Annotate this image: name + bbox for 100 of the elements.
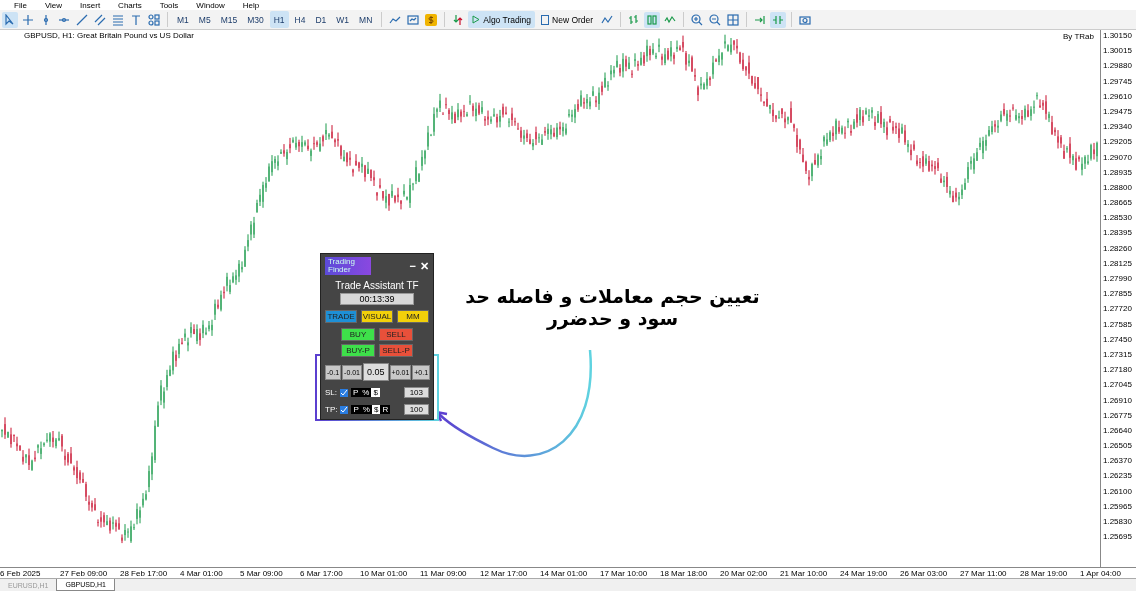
timeframe-button[interactable]: H4 xyxy=(290,11,310,28)
price-label: 1.27045 xyxy=(1102,380,1133,392)
time-label: 12 Mar 17:00 xyxy=(480,569,529,578)
time-label: 24 Mar 19:00 xyxy=(840,569,889,578)
time-label: 1 Apr 04:00 xyxy=(1080,569,1121,578)
time-label: 14 Mar 01:00 xyxy=(540,569,589,578)
mode-button[interactable]: VISUAL xyxy=(361,310,393,323)
value-field[interactable]: 100 xyxy=(403,404,429,415)
mode-button[interactable]: MM xyxy=(397,310,429,323)
price-label: 1.29205 xyxy=(1102,137,1133,149)
order-button[interactable]: SELL xyxy=(379,328,413,341)
price-label: 1.27315 xyxy=(1102,349,1133,361)
close-button[interactable]: ✕ xyxy=(420,259,429,273)
play-icon xyxy=(472,15,481,24)
price-label: 1.26100 xyxy=(1102,486,1133,498)
price-label: 1.27180 xyxy=(1102,365,1133,377)
unit-toggle[interactable]: % xyxy=(360,388,372,397)
timeframe-button[interactable]: M30 xyxy=(243,11,268,28)
menu-item[interactable]: Help xyxy=(242,0,260,10)
cursor-icon[interactable] xyxy=(2,11,18,28)
time-label: 20 Mar 02:00 xyxy=(720,569,769,578)
price-label: 1.28395 xyxy=(1102,228,1133,240)
timeframe-button[interactable]: W1 xyxy=(332,11,354,28)
time-label: 28 Mar 19:00 xyxy=(1020,569,1069,578)
annotation-text: تعیین حجم معاملات و فاصله حد سود و حدضرر xyxy=(464,285,761,329)
time-label: 26 Mar 03:00 xyxy=(900,569,949,578)
timeframe-button[interactable]: M5 xyxy=(194,11,215,28)
price-label: 1.26505 xyxy=(1102,441,1133,453)
price-label: 1.25695 xyxy=(1102,532,1133,544)
price-label: 1.29745 xyxy=(1102,76,1133,88)
time-label: 28 Feb 17:00 xyxy=(120,569,169,578)
shapes-icon[interactable] xyxy=(146,11,162,28)
mode-button[interactable]: TRADE xyxy=(325,310,357,323)
dollar-icon[interactable] xyxy=(423,11,440,28)
timeframe-button[interactable]: MN xyxy=(355,11,377,28)
menu-item[interactable]: Charts xyxy=(118,0,142,10)
row-label: TP: xyxy=(325,405,338,414)
row-label: SL: xyxy=(325,388,337,397)
price-label: 1.28530 xyxy=(1102,213,1133,225)
unit-toggle[interactable]: $ xyxy=(371,388,380,397)
timer-display: 00:13:39 xyxy=(340,293,414,305)
lot-field[interactable]: 0.05 xyxy=(363,363,389,381)
time-label: 17 Mar 10:00 xyxy=(600,569,649,578)
algo-trading-button[interactable]: Algo Trading xyxy=(468,11,536,28)
price-label: 1.26910 xyxy=(1102,395,1133,407)
price-label: 1.28800 xyxy=(1102,182,1133,194)
timeframe-button[interactable]: H1 xyxy=(269,11,289,28)
price-label: 1.30150 xyxy=(1102,31,1133,42)
order-button[interactable]: SELL-P xyxy=(379,344,413,357)
time-label: 27 Mar 11:00 xyxy=(960,569,1008,578)
time-label: 6 Mar 17:00 xyxy=(300,569,344,578)
timeframe-button[interactable]: M15 xyxy=(216,11,242,28)
document-icon xyxy=(541,14,550,25)
price-label: 1.25965 xyxy=(1102,501,1133,513)
menu-item[interactable]: File xyxy=(14,0,27,10)
time-label: 11 Mar 09:00 xyxy=(420,569,468,578)
unit-toggle[interactable]: $ xyxy=(371,405,381,414)
menu-item[interactable]: Window xyxy=(196,0,225,10)
unit-toggle[interactable]: P xyxy=(351,388,361,397)
price-label: 1.29880 xyxy=(1102,61,1133,73)
price-label: 1.28260 xyxy=(1102,243,1133,255)
logo: Trading Finder xyxy=(325,257,371,275)
price-label: 1.25830 xyxy=(1102,517,1133,528)
price-label: 1.29475 xyxy=(1102,106,1133,118)
candles-icon[interactable] xyxy=(644,11,661,28)
menu-item[interactable]: Tools xyxy=(159,0,179,10)
price-label: 1.30015 xyxy=(1102,46,1133,58)
time-label: 6 Feb 2025 xyxy=(0,569,42,578)
unit-toggle[interactable]: R xyxy=(380,405,391,414)
timeframe-button[interactable]: D1 xyxy=(311,11,331,28)
value-field[interactable]: 103 xyxy=(403,387,429,398)
menu-item[interactable]: Insert xyxy=(80,0,101,10)
chart-title: GBPUSD, H1: Great Britain Pound vs US Dollar xyxy=(24,31,194,40)
price-label: 1.28935 xyxy=(1102,167,1133,179)
time-label: 5 Mar 09:00 xyxy=(240,569,284,578)
grid-icon[interactable] xyxy=(725,11,742,28)
price-label: 1.26775 xyxy=(1102,410,1133,422)
timeframe-button[interactable]: M1 xyxy=(173,11,193,28)
price-label: 1.27990 xyxy=(1102,274,1133,285)
time-label: 27 Feb 09:00 xyxy=(60,569,109,578)
order-button[interactable]: BUY xyxy=(341,328,375,341)
price-label: 1.26370 xyxy=(1102,456,1133,468)
unit-toggle[interactable]: P xyxy=(351,405,361,414)
price-label: 1.29610 xyxy=(1102,91,1133,103)
order-button[interactable]: BUY-P xyxy=(341,344,375,357)
price-label: 1.27450 xyxy=(1102,334,1133,346)
price-label: 1.27585 xyxy=(1102,319,1133,331)
price-label: 1.29340 xyxy=(1102,122,1133,134)
checkbox[interactable] xyxy=(340,405,349,414)
author-label: By TRab xyxy=(1063,32,1094,41)
unit-toggle[interactable]: % xyxy=(360,405,372,414)
minimize-button[interactable]: − xyxy=(409,259,416,273)
time-label: 4 Mar 01:00 xyxy=(180,569,224,578)
checkbox[interactable] xyxy=(340,388,348,397)
chart-shift-icon[interactable] xyxy=(770,11,787,28)
new-order-button[interactable]: New Order xyxy=(537,11,598,28)
menu-item[interactable]: View xyxy=(44,0,63,10)
time-label: 18 Mar 18:00 xyxy=(660,569,709,578)
price-label: 1.26640 xyxy=(1102,425,1133,437)
time-label: 10 Mar 01:00 xyxy=(360,569,409,578)
